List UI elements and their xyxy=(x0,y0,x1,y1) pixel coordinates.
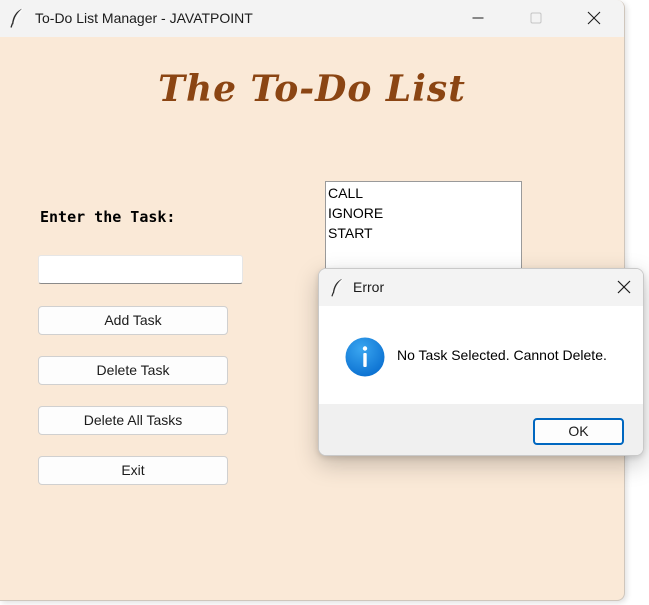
minimize-icon xyxy=(472,17,484,19)
task-label: Enter the Task: xyxy=(40,208,176,226)
exit-button[interactable]: Exit xyxy=(38,456,228,485)
delete-all-tasks-button[interactable]: Delete All Tasks xyxy=(38,406,228,435)
add-task-button[interactable]: Add Task xyxy=(38,306,228,335)
dialog-title: Error xyxy=(353,279,385,295)
dialog-message: No Task Selected. Cannot Delete. xyxy=(397,347,607,363)
dialog-body: No Task Selected. Cannot Delete. xyxy=(319,306,643,404)
close-icon xyxy=(587,11,601,25)
minimize-button[interactable] xyxy=(449,0,507,36)
error-dialog: Error No Task Selected. Cannot Delete. O… xyxy=(318,268,644,456)
delete-task-button[interactable]: Delete Task xyxy=(38,356,228,385)
task-item[interactable]: CALL xyxy=(327,183,520,203)
app-heading: The To-Do List xyxy=(158,68,466,110)
maximize-button[interactable] xyxy=(507,0,565,36)
maximize-icon xyxy=(530,12,542,24)
task-input[interactable] xyxy=(38,255,243,284)
task-listbox[interactable]: CALL IGNORE START xyxy=(325,181,522,281)
close-icon xyxy=(617,280,631,294)
dialog-title-bar[interactable]: Error xyxy=(319,269,643,306)
task-item[interactable]: START xyxy=(327,223,520,243)
dialog-footer: OK xyxy=(319,404,643,455)
dialog-close-button[interactable] xyxy=(605,269,643,305)
feather-icon xyxy=(10,8,24,28)
task-item[interactable]: IGNORE xyxy=(327,203,520,223)
screen: To-Do List Manager - JAVATPOINT The To-D… xyxy=(0,0,649,605)
info-icon xyxy=(345,337,385,377)
close-button[interactable] xyxy=(565,0,623,36)
title-bar[interactable]: To-Do List Manager - JAVATPOINT xyxy=(0,0,624,37)
ok-button[interactable]: OK xyxy=(533,418,624,445)
feather-icon xyxy=(331,278,344,297)
window-title: To-Do List Manager - JAVATPOINT xyxy=(35,10,253,26)
